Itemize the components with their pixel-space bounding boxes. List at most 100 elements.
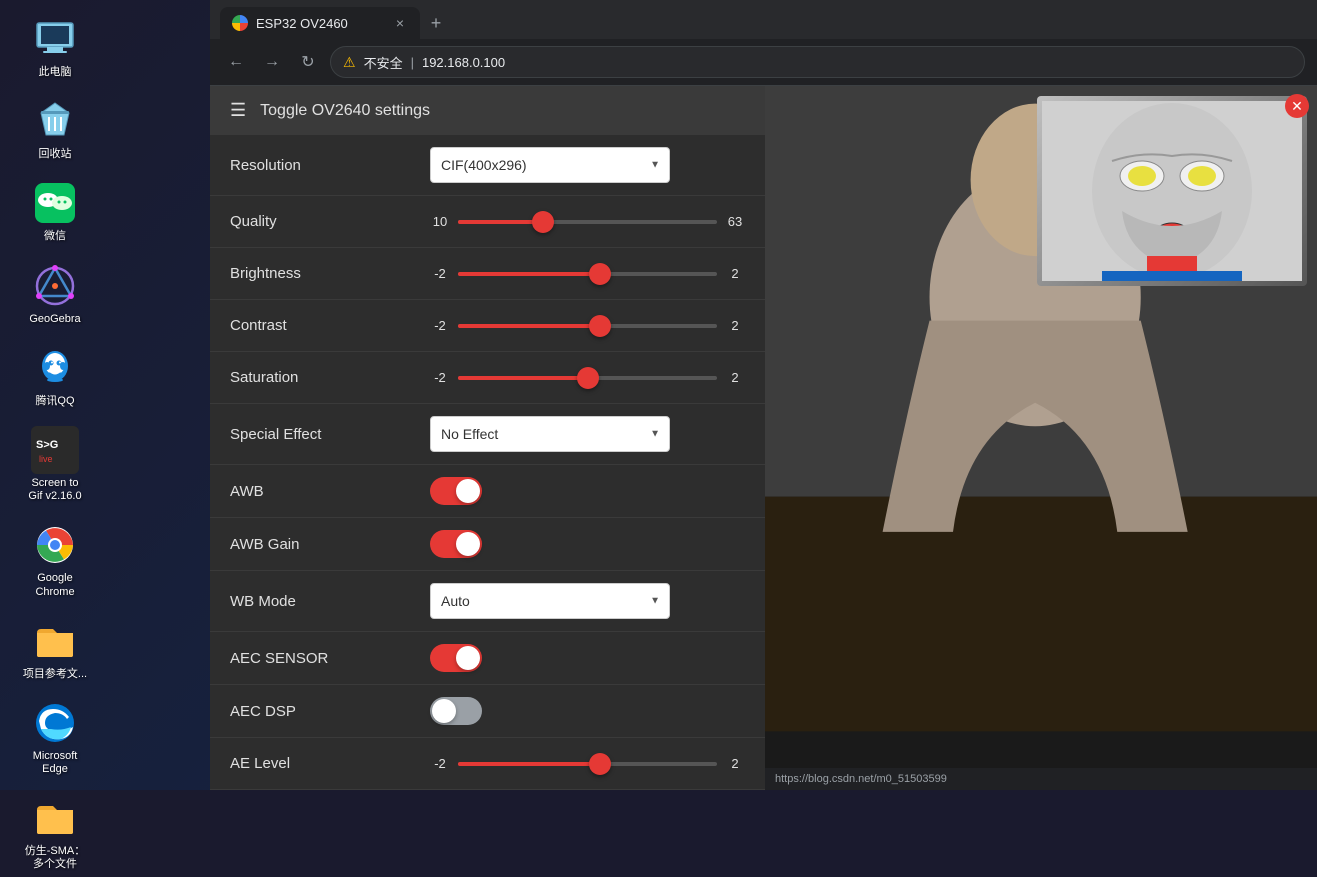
desktop-icon-label: 腾讯QQ (35, 395, 74, 408)
brightness-slider-thumb[interactable] (589, 263, 611, 285)
desktop-icon-label: 项目参考文... (23, 668, 87, 681)
brightness-slider-fill (458, 272, 600, 276)
contrast-min: -2 (430, 318, 450, 333)
setting-row-quality: Quality 10 63 (210, 196, 765, 248)
quality-min: 10 (430, 214, 450, 229)
new-tab-button[interactable]: + (422, 9, 450, 37)
setting-row-awb-gain: AWB Gain (210, 518, 765, 571)
awb-gain-toggle-knob (456, 532, 480, 556)
tab-close-button[interactable]: × (392, 15, 408, 31)
contrast-slider-container: -2 2 (430, 318, 745, 333)
ae-level-slider-track[interactable] (458, 762, 717, 766)
quality-max: 63 (725, 214, 745, 229)
aec-sensor-label: AEC SENSOR (230, 650, 430, 667)
aec-dsp-control (430, 697, 745, 725)
desktop-icons-area: 此电脑 回收站 (0, 0, 110, 790)
browser-tab-esp32[interactable]: ESP32 OV2460 × (220, 7, 420, 39)
desktop-icon-qq[interactable]: 腾讯QQ (10, 339, 100, 413)
awb-gain-toggle[interactable] (430, 530, 482, 558)
brightness-control: -2 2 (430, 266, 745, 281)
status-url-text: https://blog.csdn.net/m0_51503599 (775, 773, 947, 785)
saturation-slider-thumb[interactable] (577, 367, 599, 389)
contrast-control: -2 2 (430, 318, 745, 333)
desktop-icon-edge[interactable]: Microsoft Edge (10, 694, 100, 781)
status-bar: https://blog.csdn.net/m0_51503599 (765, 768, 1317, 790)
close-feed-button[interactable]: ✕ (1285, 94, 1309, 118)
resolution-select[interactable]: CIF(400x296) UXGA(1600x1200) SXGA(1280x1… (430, 147, 670, 183)
awb-toggle[interactable] (430, 477, 482, 505)
desktop-icon-label: 回收站 (39, 148, 72, 161)
wb-mode-select[interactable]: Auto Sunny Cloudy Office Home (430, 583, 670, 619)
setting-row-brightness: Brightness -2 2 (210, 248, 765, 300)
desktop-icon-label: Google Chrome (35, 572, 74, 598)
ae-level-label: AE Level (230, 755, 430, 772)
settings-body: Resolution CIF(400x296) UXGA(1600x1200) … (210, 135, 765, 790)
setting-row-awb: AWB (210, 465, 765, 518)
desktop-icon-chrome[interactable]: Google Chrome (10, 516, 100, 603)
aec-dsp-label: AEC DSP (230, 703, 430, 720)
wb-mode-control: Auto Sunny Cloudy Office Home (430, 583, 745, 619)
aec-sensor-control (430, 644, 745, 672)
security-warning-icon: ⚠ (343, 54, 356, 71)
settings-panel: ☰ Toggle OV2640 settings Resolution CIF(… (210, 86, 765, 790)
folder-sma-icon (31, 794, 79, 842)
recycle-bin-icon (31, 97, 79, 145)
folder-ref-icon (31, 617, 79, 665)
setting-row-special-effect: Special Effect No Effect Negative Graysc… (210, 404, 765, 465)
quality-slider-track[interactable] (458, 220, 717, 224)
brightness-min: -2 (430, 266, 450, 281)
brightness-max: 2 (725, 266, 745, 281)
saturation-max: 2 (725, 370, 745, 385)
desktop-icon-folder-sma[interactable]: 仿生-SMA： 多个文件 (10, 789, 100, 876)
ae-level-slider-thumb[interactable] (589, 753, 611, 775)
desktop-icon-label: 微信 (44, 230, 66, 243)
quality-slider-fill (458, 220, 543, 224)
setting-row-ae-level: AE Level -2 2 (210, 738, 765, 790)
refresh-button[interactable]: ↻ (294, 48, 322, 76)
desktop-icon-label: 此电脑 (39, 66, 72, 79)
aec-sensor-toggle-knob (456, 646, 480, 670)
saturation-slider-fill (458, 376, 588, 380)
saturation-slider-track[interactable] (458, 376, 717, 380)
wb-mode-label: WB Mode (230, 593, 430, 610)
contrast-slider-thumb[interactable] (589, 315, 611, 337)
desktop-icon-wechat[interactable]: 微信 (10, 174, 100, 248)
desktop-icon-folder-ref[interactable]: 项目参考文... (10, 612, 100, 686)
address-bar[interactable]: ⚠ 不安全 | 192.168.0.100 (330, 46, 1305, 78)
desktop-icon-label: Screen to Gif v2.16.0 (28, 477, 81, 503)
back-button[interactable]: ← (222, 48, 250, 76)
desktop-icon-my-computer[interactable]: 此电脑 (10, 10, 100, 84)
brightness-slider-track[interactable] (458, 272, 717, 276)
contrast-slider-track[interactable] (458, 324, 717, 328)
awb-control (430, 477, 745, 505)
desktop-icon-label: 仿生-SMA： 多个文件 (25, 845, 86, 871)
screentogif-icon: S>G live (31, 426, 79, 474)
setting-row-resolution: Resolution CIF(400x296) UXGA(1600x1200) … (210, 135, 765, 196)
aec-sensor-toggle[interactable] (430, 644, 482, 672)
special-effect-select[interactable]: No Effect Negative Grayscale Red Tint Gr… (430, 416, 670, 452)
hamburger-icon: ☰ (230, 100, 246, 121)
desktop: 此电脑 回收站 (0, 0, 1317, 790)
awb-toggle-knob (456, 479, 480, 503)
desktop-icon-geogebra[interactable]: GeoGebra (10, 257, 100, 331)
settings-title: Toggle OV2640 settings (260, 102, 430, 120)
browser-window: ESP32 OV2460 × + ← → ↻ ⚠ 不安全 | 192.168.0… (210, 0, 1317, 790)
svg-text:S>G: S>G (36, 439, 58, 451)
resolution-control: CIF(400x296) UXGA(1600x1200) SXGA(1280x1… (430, 147, 745, 183)
saturation-control: -2 2 (430, 370, 745, 385)
ultraman-svg (1042, 101, 1302, 281)
aec-dsp-toggle[interactable] (430, 697, 482, 725)
browser-toolbar: ← → ↻ ⚠ 不安全 | 192.168.0.100 (210, 39, 1317, 86)
settings-header[interactable]: ☰ Toggle OV2640 settings (210, 86, 765, 135)
qq-icon (31, 344, 79, 392)
setting-row-aec-sensor: AEC SENSOR (210, 632, 765, 685)
camera-scene (765, 86, 1317, 790)
desktop-icon-recycle-bin[interactable]: 回收站 (10, 92, 100, 166)
quality-slider-thumb[interactable] (532, 211, 554, 233)
desktop-icon-screentogif[interactable]: S>G live Screen to Gif v2.16.0 (10, 421, 100, 508)
setting-row-wb-mode: WB Mode Auto Sunny Cloudy Office Home (210, 571, 765, 632)
geogebra-icon (31, 262, 79, 310)
special-effect-select-wrapper: No Effect Negative Grayscale Red Tint Gr… (430, 416, 670, 452)
ultraman-image (1037, 96, 1307, 286)
forward-button[interactable]: → (258, 48, 286, 76)
